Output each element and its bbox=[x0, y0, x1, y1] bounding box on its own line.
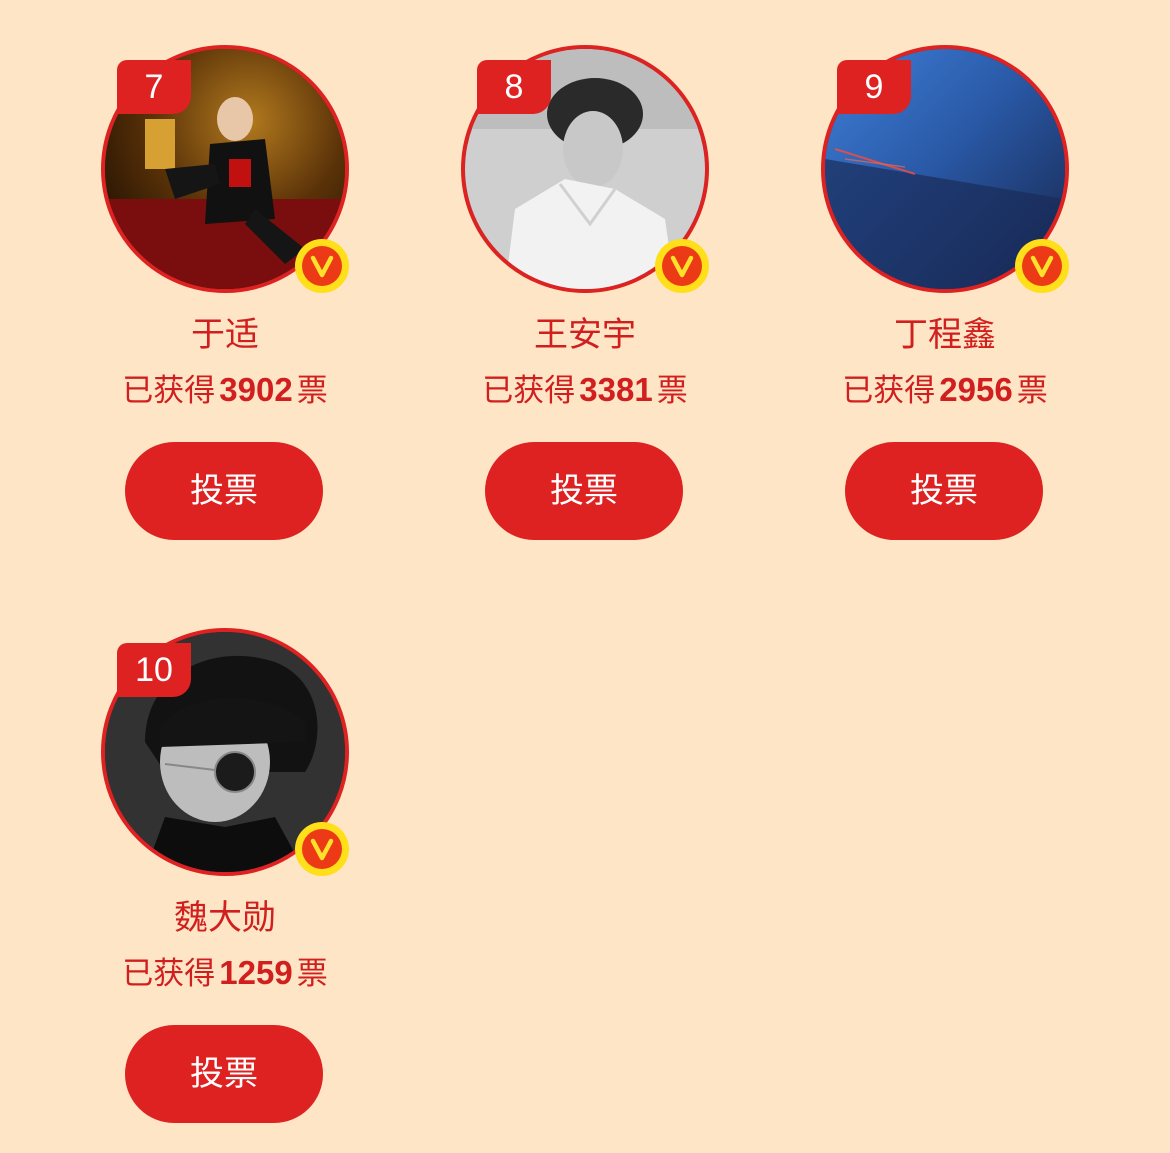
candidate-card: 7 于适 已获得 3902 票 投票 bbox=[65, 45, 385, 565]
vote-button[interactable]: 投票 bbox=[845, 442, 1043, 540]
votes-suffix: 票 bbox=[656, 373, 688, 409]
vote-button[interactable]: 投票 bbox=[485, 442, 683, 540]
avatar-wrap: 10 bbox=[101, 628, 349, 876]
votes-prefix: 已获得 bbox=[482, 373, 576, 409]
votes-prefix: 已获得 bbox=[122, 373, 216, 409]
rank-badge: 8 bbox=[477, 60, 551, 114]
avatar-wrap: 9 bbox=[821, 45, 1069, 293]
vote-button[interactable]: 投票 bbox=[125, 442, 323, 540]
candidate-name: 魏大勋 bbox=[174, 898, 276, 938]
vote-button[interactable]: 投票 bbox=[125, 1025, 323, 1123]
v-verified-icon bbox=[295, 822, 349, 876]
votes-prefix: 已获得 bbox=[842, 373, 936, 409]
candidate-name: 丁程鑫 bbox=[894, 315, 996, 355]
vote-count: 已获得 1259 票 bbox=[65, 951, 385, 996]
avatar-wrap: 8 bbox=[461, 45, 709, 293]
vote-count: 已获得 2956 票 bbox=[785, 368, 1105, 413]
votes-suffix: 票 bbox=[1016, 373, 1048, 409]
v-verified-icon bbox=[655, 239, 709, 293]
v-verified-icon bbox=[295, 239, 349, 293]
candidate-name: 于适 bbox=[191, 315, 259, 355]
rank-badge: 9 bbox=[837, 60, 911, 114]
votes-suffix: 票 bbox=[296, 956, 328, 992]
vote-count: 已获得 3902 票 bbox=[65, 368, 385, 413]
candidate-card: 10 魏大勋 已获得 1259 票 投票 bbox=[65, 628, 385, 1148]
rank-badge: 7 bbox=[117, 60, 191, 114]
candidate-card: 9 丁程鑫 已获得 2956 票 投票 bbox=[785, 45, 1105, 565]
votes-prefix: 已获得 bbox=[122, 956, 216, 992]
vote-count: 已获得 3381 票 bbox=[425, 368, 745, 413]
votes-number: 1259 bbox=[219, 954, 293, 991]
candidate-card: 8 王安宇 已获得 3381 票 投票 bbox=[425, 45, 745, 565]
votes-number: 2956 bbox=[939, 371, 1013, 408]
candidate-name: 王安宇 bbox=[534, 315, 636, 355]
voting-page: 7 于适 已获得 3902 票 投票 8 王安宇 已获得 3381 票 投票 9… bbox=[0, 0, 1170, 1153]
rank-badge: 10 bbox=[117, 643, 191, 697]
votes-number: 3902 bbox=[219, 371, 293, 408]
v-verified-icon bbox=[1015, 239, 1069, 293]
votes-suffix: 票 bbox=[296, 373, 328, 409]
avatar-wrap: 7 bbox=[101, 45, 349, 293]
votes-number: 3381 bbox=[579, 371, 653, 408]
